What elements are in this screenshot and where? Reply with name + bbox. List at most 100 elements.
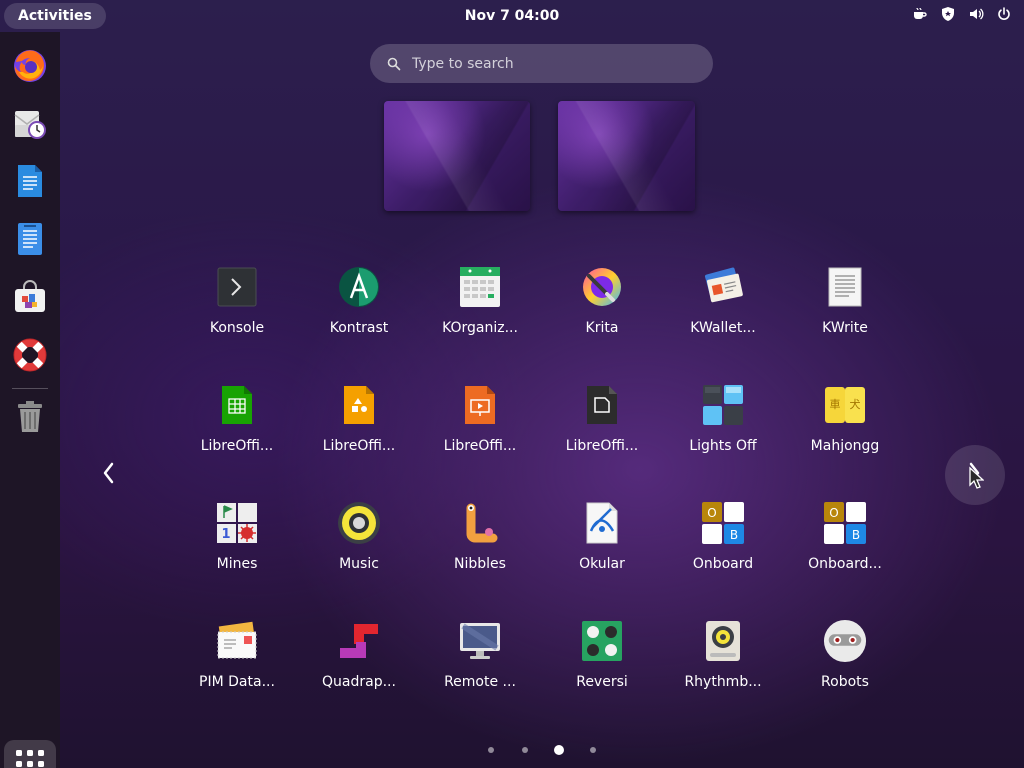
workspace-thumbnail-2[interactable]: [558, 101, 695, 211]
app-libreoffice-calc[interactable]: LibreOffi...: [182, 377, 292, 467]
spreadsheet-icon: [215, 383, 259, 427]
app-konsole[interactable]: Konsole: [182, 259, 292, 349]
svg-text:B: B: [730, 528, 738, 542]
page-dot-1[interactable]: [488, 747, 494, 753]
search-input[interactable]: [412, 52, 692, 75]
app-krita[interactable]: Krita: [547, 259, 657, 349]
page-indicator: [480, 744, 604, 758]
firefox-icon[interactable]: [8, 43, 52, 87]
document-icon[interactable]: [8, 159, 52, 203]
app-kontrast[interactable]: Kontrast: [304, 259, 414, 349]
rhythmbox-icon: [701, 619, 745, 663]
page-dot-2[interactable]: [522, 747, 528, 753]
app-label: Nibbles: [454, 556, 506, 572]
app-label: Robots: [821, 674, 869, 690]
activities-button[interactable]: Activities: [4, 3, 106, 29]
worm-icon: [458, 501, 502, 545]
svg-text:犬: 犬: [850, 397, 861, 411]
app-label: Lights Off: [689, 438, 757, 454]
app-onboard-settings[interactable]: OB Onboard...: [790, 495, 900, 585]
mail-stack-icon: [215, 619, 259, 663]
app-label: LibreOffi...: [443, 438, 517, 454]
app-music[interactable]: Music: [304, 495, 414, 585]
workspace-thumbnail-1[interactable]: [384, 101, 530, 211]
app-libreoffice-impress[interactable]: LibreOffi...: [425, 377, 535, 467]
svg-text:車: 車: [830, 397, 841, 411]
app-label: Mines: [216, 556, 258, 572]
app-label: PIM Data...: [199, 674, 275, 690]
keyboard-icon: OB: [701, 501, 745, 545]
app-label: Okular: [579, 556, 625, 572]
document-viewer-icon[interactable]: [8, 217, 52, 261]
speaker-icon: [337, 501, 381, 545]
svg-text:O: O: [707, 506, 716, 520]
mail-clock-icon[interactable]: [8, 101, 52, 145]
app-korganizer[interactable]: KOrganiz...: [425, 259, 535, 349]
app-mahjongg[interactable]: 車犬 Mahjongg: [790, 377, 900, 467]
keyboard-settings-icon: OB: [823, 501, 867, 545]
app-label: Mahjongg: [810, 438, 880, 454]
dash: [0, 32, 60, 768]
shield-icon[interactable]: [940, 6, 956, 22]
tetromino-icon: [337, 619, 381, 663]
svg-text:1: 1: [221, 527, 230, 542]
top-bar: Activities Nov 7 04:00: [0, 0, 1024, 32]
app-label: Reversi: [576, 674, 628, 690]
app-nibbles[interactable]: Nibbles: [425, 495, 535, 585]
power-icon[interactable]: [996, 6, 1012, 22]
app-label: Remote ...: [444, 674, 516, 690]
app-label: Onboard...: [808, 556, 882, 572]
reversi-icon: [580, 619, 624, 663]
app-rhythmbox[interactable]: Rhythmb...: [668, 613, 778, 703]
volume-icon[interactable]: [968, 6, 984, 22]
svg-text:O: O: [829, 506, 838, 520]
clock-label[interactable]: Nov 7 04:00: [465, 8, 560, 24]
libreoffice-icon: [580, 383, 624, 427]
lifebuoy-icon[interactable]: [8, 333, 52, 377]
search-box[interactable]: [370, 44, 713, 83]
app-label: Kontrast: [329, 320, 389, 336]
grid-icon: [14, 748, 46, 768]
draw-icon: [337, 383, 381, 427]
app-pim-data[interactable]: PIM Data...: [182, 613, 292, 703]
app-quadrapassel[interactable]: Quadrap...: [304, 613, 414, 703]
app-label: KWrite: [822, 320, 868, 336]
coffee-icon[interactable]: [912, 6, 928, 22]
app-label: Onboard: [692, 556, 754, 572]
svg-text:B: B: [852, 528, 860, 542]
chevron-left-icon: [101, 461, 115, 489]
app-label: Rhythmb...: [684, 674, 762, 690]
presentation-icon: [458, 383, 502, 427]
app-kwallet[interactable]: KWallet...: [668, 259, 778, 349]
app-label: Music: [339, 556, 379, 572]
app-mines[interactable]: 1 Mines: [182, 495, 292, 585]
kontrast-icon: [337, 265, 381, 309]
trash-icon[interactable]: [8, 395, 52, 439]
app-libreoffice[interactable]: LibreOffi...: [547, 377, 657, 467]
app-robots[interactable]: Robots: [790, 613, 900, 703]
page-dot-4[interactable]: [590, 747, 596, 753]
wallet-icon: [701, 265, 745, 309]
app-onboard[interactable]: OB Onboard: [668, 495, 778, 585]
app-label: Krita: [585, 320, 619, 336]
app-kwrite[interactable]: KWrite: [790, 259, 900, 349]
system-status-area[interactable]: [912, 6, 1012, 22]
app-label: LibreOffi...: [565, 438, 639, 454]
mouse-pointer-icon: [968, 466, 985, 494]
dash-separator: [12, 388, 48, 389]
show-apps-button[interactable]: [4, 740, 56, 768]
app-reversi[interactable]: Reversi: [547, 613, 657, 703]
search-icon: [387, 56, 401, 75]
app-lights-off[interactable]: Lights Off: [668, 377, 778, 467]
app-label: LibreOffi...: [322, 438, 396, 454]
app-label: Quadrap...: [322, 674, 396, 690]
app-okular[interactable]: Okular: [547, 495, 657, 585]
app-remote-desktop[interactable]: Remote ...: [425, 613, 535, 703]
krita-icon: [580, 265, 624, 309]
app-label: LibreOffi...: [200, 438, 274, 454]
previous-page-button[interactable]: [90, 455, 126, 495]
app-libreoffice-draw[interactable]: LibreOffi...: [304, 377, 414, 467]
shopping-bag-icon[interactable]: [8, 275, 52, 319]
page-dot-3[interactable]: [554, 745, 564, 755]
remote-desktop-icon: [458, 619, 502, 663]
